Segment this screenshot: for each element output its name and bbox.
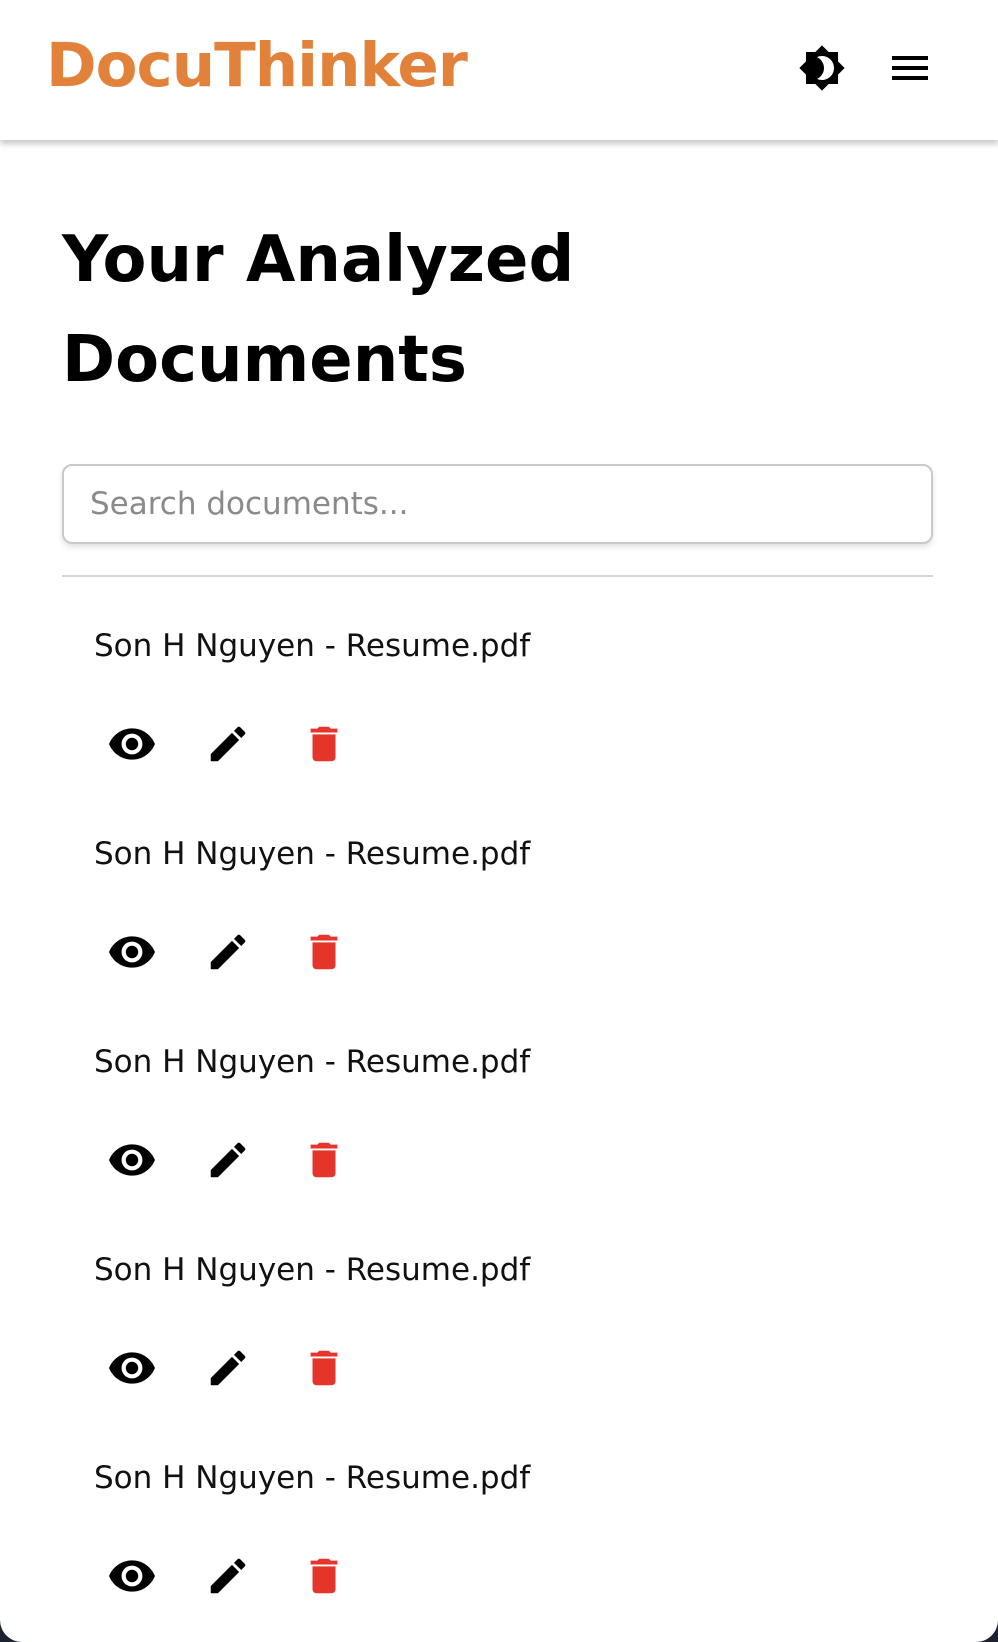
page-title: Your Analyzed Documents	[62, 223, 575, 397]
edit-button[interactable]	[200, 926, 256, 982]
hamburger-menu-icon	[886, 44, 934, 96]
edit-button[interactable]	[200, 1550, 256, 1606]
document-list: Son H Nguyen - Resume.pdf Son H Nguyen -…	[0, 624, 998, 1642]
list-item: Son H Nguyen - Resume.pdf	[0, 1456, 998, 1642]
delete-button[interactable]	[296, 1134, 352, 1190]
eye-icon	[107, 927, 157, 981]
list-item: Son H Nguyen - Resume.pdf	[0, 1040, 998, 1248]
list-item: Son H Nguyen - Resume.pdf	[0, 1248, 998, 1456]
document-name[interactable]: Son H Nguyen - Resume.pdf	[94, 624, 530, 668]
trash-icon	[301, 1553, 347, 1603]
document-name[interactable]: Son H Nguyen - Resume.pdf	[94, 832, 530, 876]
app-window: DocuThinker Your Analyzed Documents Sear…	[0, 0, 998, 1642]
view-button[interactable]	[104, 718, 160, 774]
edit-button[interactable]	[200, 1134, 256, 1190]
search-box	[62, 464, 933, 544]
search-input[interactable]	[64, 466, 931, 542]
divider	[62, 575, 933, 577]
menu-button[interactable]	[878, 38, 942, 102]
eye-icon	[107, 1551, 157, 1605]
theme-toggle-button[interactable]	[790, 38, 854, 102]
document-name[interactable]: Son H Nguyen - Resume.pdf	[94, 1040, 530, 1084]
pencil-icon	[205, 1345, 251, 1395]
trash-icon	[301, 929, 347, 979]
pencil-icon	[205, 929, 251, 979]
trash-icon	[301, 721, 347, 771]
view-button[interactable]	[104, 1342, 160, 1398]
pencil-icon	[205, 1553, 251, 1603]
brightness-contrast-icon	[798, 44, 846, 96]
edit-button[interactable]	[200, 718, 256, 774]
document-actions	[104, 1550, 392, 1606]
document-name[interactable]: Son H Nguyen - Resume.pdf	[94, 1456, 530, 1500]
eye-icon	[107, 719, 157, 773]
list-item: Son H Nguyen - Resume.pdf	[0, 832, 998, 1040]
delete-button[interactable]	[296, 1342, 352, 1398]
document-actions	[104, 718, 392, 774]
pencil-icon	[205, 1137, 251, 1187]
delete-button[interactable]	[296, 718, 352, 774]
document-actions	[104, 1342, 392, 1398]
eye-icon	[107, 1135, 157, 1189]
brand-logo-text[interactable]: DocuThinker	[46, 26, 468, 106]
delete-button[interactable]	[296, 926, 352, 982]
list-item: Son H Nguyen - Resume.pdf	[0, 624, 998, 832]
view-button[interactable]	[104, 1134, 160, 1190]
view-button[interactable]	[104, 926, 160, 982]
delete-button[interactable]	[296, 1550, 352, 1606]
pencil-icon	[205, 721, 251, 771]
view-button[interactable]	[104, 1550, 160, 1606]
trash-icon	[301, 1345, 347, 1395]
document-name[interactable]: Son H Nguyen - Resume.pdf	[94, 1248, 530, 1292]
eye-icon	[107, 1343, 157, 1397]
top-navbar: DocuThinker	[0, 0, 998, 140]
edit-button[interactable]	[200, 1342, 256, 1398]
document-actions	[104, 926, 392, 982]
trash-icon	[301, 1137, 347, 1187]
document-actions	[104, 1134, 392, 1190]
